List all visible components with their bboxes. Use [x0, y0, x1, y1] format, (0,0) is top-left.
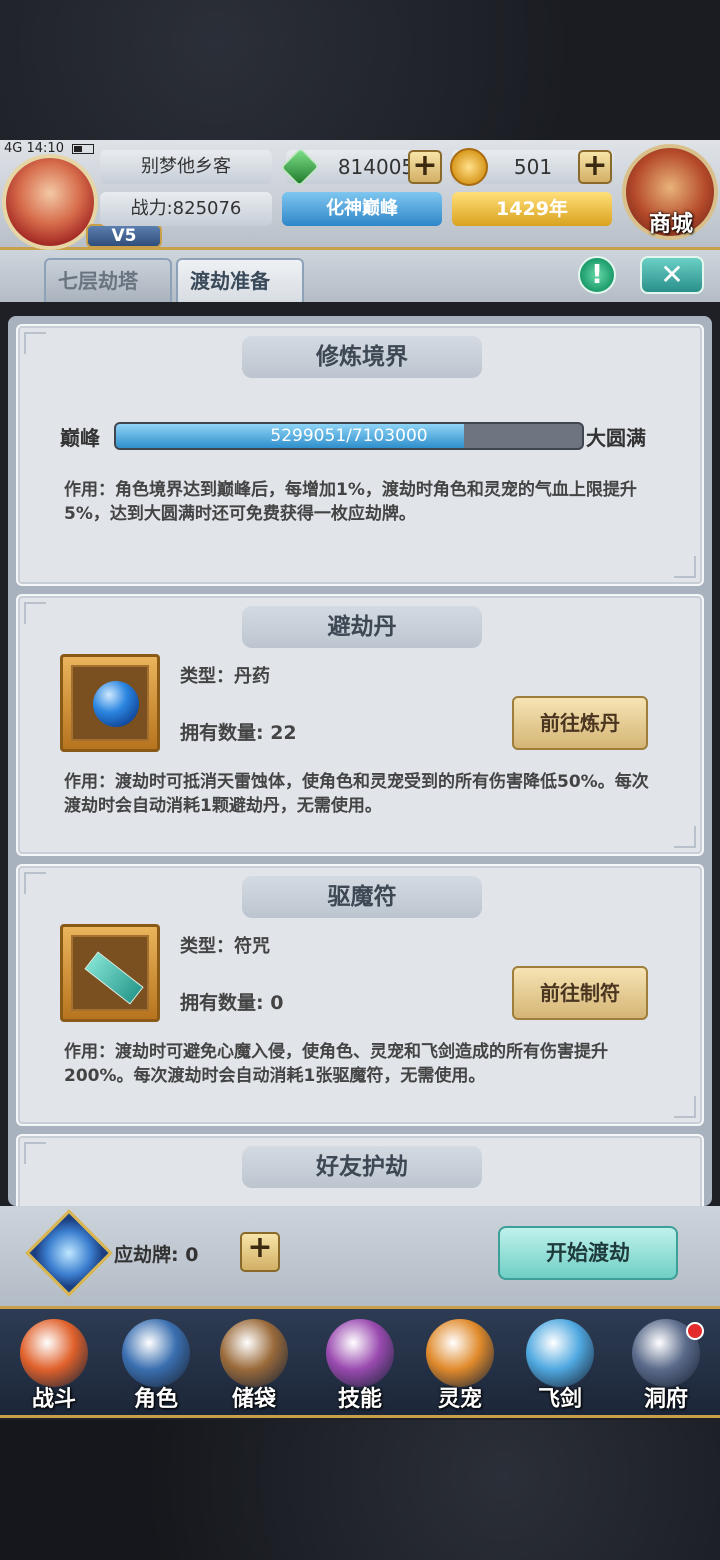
item-card-talisman: 驱魔符 类型：符咒 拥有数量: 0 前往制符 作用：渡劫时可避免心魔入侵，使角色… [16, 864, 704, 1126]
character-icon [122, 1319, 190, 1387]
level-current: 巅峰 [60, 426, 100, 450]
corner-ornament [24, 1142, 46, 1164]
nav-label: 飞剑 [537, 1387, 582, 1412]
nav-label: 技能 [337, 1387, 382, 1412]
tab-tribulation-prep[interactable]: 渡劫准备 [176, 258, 304, 302]
add-gems-button[interactable]: + [408, 150, 442, 184]
tab-seven-tower[interactable]: 七层劫塔 [44, 258, 172, 302]
network-indicator: 4G [4, 141, 23, 156]
friend-protect-title: 好友护劫 [242, 1146, 482, 1188]
vip-badge[interactable]: V5 [86, 224, 162, 248]
info-button[interactable]: ! [578, 256, 616, 294]
bottom-nav: 战斗 角色 储袋 技能 灵宠 飞剑 洞府 [0, 1306, 720, 1418]
notification-dot [686, 1322, 704, 1340]
flying-sword-icon [526, 1319, 594, 1387]
pill-icon[interactable] [60, 654, 160, 752]
cultivation-progress-bar: 5299051/7103000 [114, 422, 584, 450]
tribulation-token-icon [25, 1209, 113, 1297]
talisman-scroll [84, 951, 144, 1005]
item-card-pill: 避劫丹 类型：丹药 拥有数量: 22 前往炼丹 作用：渡劫时可抵消天雷蚀体，使角… [16, 594, 704, 856]
main-panel: 修炼境界 巅峰 5299051/7103000 大圆满 作用：角色境界达到巅峰后… [8, 316, 712, 1206]
progress-text: 5299051/7103000 [270, 426, 428, 446]
nav-label: 储袋 [231, 1387, 276, 1412]
cultivation-card: 修炼境界 巅峰 5299051/7103000 大圆满 作用：角色境界达到巅峰后… [16, 324, 704, 586]
nav-character[interactable]: 角色 [108, 1315, 204, 1415]
nav-flying-sword[interactable]: 飞剑 [512, 1315, 608, 1415]
item-count: 拥有数量: 0 [180, 992, 284, 1014]
icon-frame [71, 665, 149, 741]
icon-frame [71, 935, 149, 1011]
item-count: 拥有数量: 22 [180, 722, 297, 744]
skills-icon [326, 1319, 394, 1387]
realm-badge: 化神巅峰 [282, 192, 442, 226]
nav-label: 角色 [133, 1387, 178, 1412]
add-token-button[interactable]: + [240, 1232, 280, 1272]
friend-protect-card: 好友护劫 [16, 1134, 704, 1206]
player-avatar[interactable] [2, 154, 98, 250]
item-type: 类型：符咒 [180, 936, 270, 957]
item-description: 作用：渡劫时可抵消天雷蚀体，使角色和灵宠受到的所有伤害降低50%。每次渡劫时会自… [64, 772, 649, 816]
background-bottom [0, 1420, 720, 1560]
age-badge: 1429年 [452, 192, 612, 226]
gold-coin-icon [450, 148, 488, 186]
background-top [0, 0, 720, 140]
action-row: 应劫牌: 0 + 开始渡劫 [0, 1206, 720, 1306]
level-next: 大圆满 [586, 426, 646, 450]
cultivation-title: 修炼境界 [242, 336, 482, 378]
token-count: 应劫牌: 0 [114, 1244, 199, 1266]
corner-ornament [24, 332, 46, 354]
goto-alchemy-button[interactable]: 前往炼丹 [512, 696, 648, 750]
combat-power: 战力:825076 [100, 192, 272, 226]
corner-ornament [24, 872, 46, 894]
nav-label: 洞府 [643, 1387, 688, 1412]
corner-ornament [674, 556, 696, 578]
talisman-icon[interactable] [60, 924, 160, 1022]
battle-icon [20, 1319, 88, 1387]
nav-bag[interactable]: 储袋 [206, 1315, 302, 1415]
cultivation-description: 作用：角色境界达到巅峰后，每增加1%，渡劫时角色和灵宠的气血上限提升5%，达到大… [64, 480, 637, 524]
corner-ornament [674, 826, 696, 848]
close-button[interactable]: ✕ [640, 256, 704, 294]
item-title: 避劫丹 [242, 606, 482, 648]
item-description: 作用：渡劫时可避免心魔入侵，使角色、灵宠和飞剑造成的所有伤害提升200%。每次渡… [64, 1042, 608, 1086]
add-gold-button[interactable]: + [578, 150, 612, 184]
start-tribulation-button[interactable]: 开始渡劫 [498, 1226, 678, 1280]
nav-pet[interactable]: 灵宠 [412, 1315, 508, 1415]
bag-icon [220, 1319, 288, 1387]
nav-skills[interactable]: 技能 [312, 1315, 408, 1415]
nav-battle[interactable]: 战斗 [6, 1315, 102, 1415]
blue-pill-orb [93, 681, 139, 727]
top-header: 4G 14:10 V5 别梦他乡客 战力:825076 814005 + 501… [0, 140, 720, 250]
pet-icon [426, 1319, 494, 1387]
corner-ornament [24, 602, 46, 624]
corner-ornament [674, 1096, 696, 1118]
shop-label[interactable]: 商城 [636, 206, 706, 238]
battery-icon [72, 143, 95, 154]
player-name: 别梦他乡客 [100, 150, 272, 184]
nav-label: 战斗 [31, 1387, 76, 1412]
goto-talisman-button[interactable]: 前往制符 [512, 966, 648, 1020]
item-title: 驱魔符 [242, 876, 482, 918]
nav-label: 灵宠 [437, 1387, 482, 1412]
item-type: 类型：丹药 [180, 666, 270, 687]
